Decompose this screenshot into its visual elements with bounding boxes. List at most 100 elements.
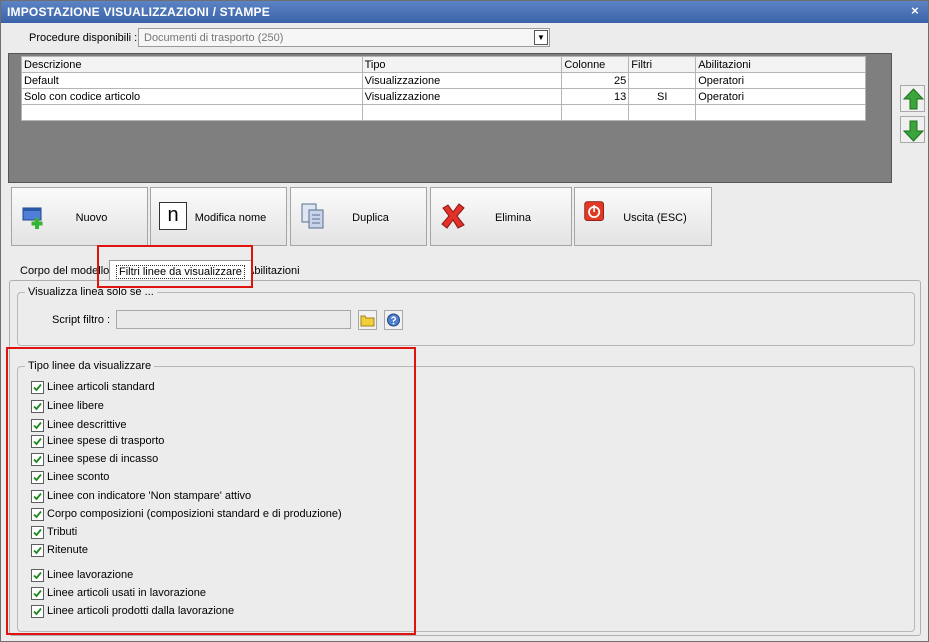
checkmark-icon [33, 510, 42, 518]
line-type-checkbox-row[interactable]: Linee con indicatore 'Non stampare' atti… [31, 489, 251, 503]
table-cell[interactable]: Visualizzazione [361, 88, 563, 105]
checkbox[interactable] [31, 525, 44, 539]
new-button[interactable]: Nuovo [11, 187, 148, 246]
table-cell[interactable] [628, 104, 697, 121]
checkbox[interactable] [31, 470, 44, 484]
checkbox[interactable] [31, 604, 44, 618]
checkbox-label: Ritenute [47, 544, 88, 556]
tab-label: Abilitazioni [247, 265, 300, 277]
exit-button-label: Uscita (ESC) [623, 212, 687, 224]
table-row[interactable]: Default Visualizzazione 25 Operatori [21, 72, 866, 89]
move-down-button[interactable] [900, 116, 925, 143]
table-cell[interactable]: Solo con codice articolo [21, 88, 363, 105]
views-table: Descrizione Tipo Colonne Filtri Abilitaz… [21, 56, 866, 121]
checkmark-icon [33, 589, 42, 597]
delete-button[interactable]: Elimina [430, 187, 572, 246]
column-header[interactable]: Descrizione [21, 56, 363, 73]
column-header[interactable]: Filtri [628, 56, 697, 73]
arrow-up-icon [902, 88, 925, 110]
checkbox[interactable] [31, 568, 44, 582]
checkmark-icon [33, 546, 42, 554]
script-filter-input[interactable] [116, 310, 351, 329]
duplicate-button-label: Duplica [352, 212, 389, 224]
line-type-checkbox-row[interactable]: Linee lavorazione [31, 568, 133, 582]
checkbox-label: Linee libere [47, 400, 104, 412]
tab-body-model[interactable]: Corpo del modello [14, 260, 116, 280]
table-cell[interactable] [21, 104, 363, 121]
column-header[interactable]: Colonne [561, 56, 630, 73]
table-cell[interactable] [628, 72, 697, 89]
checkbox-label: Corpo composizioni (composizioni standar… [47, 508, 342, 520]
table-cell[interactable]: 13 [561, 88, 630, 105]
procedure-select[interactable]: Documenti di trasporto (250) ▼ [138, 28, 550, 47]
table-cell[interactable] [695, 104, 866, 121]
checkmark-icon [33, 383, 42, 391]
line-type-checkbox-row[interactable]: Ritenute [31, 543, 88, 557]
line-types-title: Tipo linee da visualizzare [25, 360, 155, 372]
rename-button-label: Modifica nome [194, 212, 267, 224]
close-icon[interactable]: × [908, 4, 922, 18]
checkmark-icon [33, 421, 42, 429]
table-cell[interactable] [561, 104, 630, 121]
rename-button[interactable]: n Modifica nome [150, 187, 287, 246]
line-type-checkbox-row[interactable]: Linee spese di incasso [31, 452, 158, 466]
tab-line-filters[interactable]: Filtri linee da visualizzare [109, 260, 252, 280]
tab-label: Corpo del modello [20, 265, 110, 277]
checkbox[interactable] [31, 380, 44, 394]
checkbox[interactable] [31, 452, 44, 466]
table-cell[interactable]: Default [21, 72, 363, 89]
line-type-checkbox-row[interactable]: Linee spese di trasporto [31, 434, 164, 448]
table-cell[interactable] [361, 104, 563, 121]
line-type-checkbox-row[interactable]: Linee articoli standard [31, 380, 155, 394]
checkbox[interactable] [31, 507, 44, 521]
checkbox[interactable] [31, 418, 44, 432]
checkbox[interactable] [31, 489, 44, 503]
line-type-checkbox-row[interactable]: Tributi [31, 525, 77, 539]
table-cell[interactable]: Operatori [695, 72, 866, 89]
table-cell[interactable]: SI [628, 88, 697, 105]
checkmark-icon [33, 402, 42, 410]
checkbox[interactable] [31, 434, 44, 448]
table-header-row: Descrizione Tipo Colonne Filtri Abilitaz… [21, 56, 866, 73]
views-grid: Descrizione Tipo Colonne Filtri Abilitaz… [8, 53, 892, 183]
help-button[interactable] [384, 310, 403, 330]
checkbox-label: Linee sconto [47, 471, 110, 483]
filter-group-title: Visualizza linea solo se ... [25, 286, 157, 298]
settings-window: IMPOSTAZIONE VISUALIZZAZIONI / STAMPE × … [0, 0, 929, 642]
column-header[interactable]: Abilitazioni [695, 56, 866, 73]
checkmark-icon [33, 528, 42, 536]
checkbox[interactable] [31, 586, 44, 600]
line-type-checkbox-row[interactable]: Linee libere [31, 399, 104, 413]
help-icon [387, 313, 400, 327]
browse-folder-button[interactable] [358, 310, 377, 330]
procedure-select-value: Documenti di trasporto (250) [144, 32, 284, 44]
checkmark-icon [33, 492, 42, 500]
checkbox[interactable] [31, 399, 44, 413]
checkbox-label: Linee spese di trasporto [47, 435, 165, 447]
checkmark-icon [33, 571, 42, 579]
table-cell[interactable]: Visualizzazione [361, 72, 563, 89]
line-type-checkbox-row[interactable]: Linee articoli prodotti dalla lavorazion… [31, 604, 234, 618]
duplicate-button[interactable]: Duplica [290, 187, 427, 246]
table-row[interactable]: Solo con codice articolo Visualizzazione… [21, 88, 866, 105]
checkmark-icon [33, 437, 42, 445]
checkbox[interactable] [31, 543, 44, 557]
window-title: IMPOSTAZIONE VISUALIZZAZIONI / STAMPE [7, 5, 270, 19]
checkbox-label: Linee articoli standard [47, 381, 155, 393]
line-type-checkbox-row[interactable]: Linee descrittive [31, 418, 127, 432]
chevron-down-icon[interactable]: ▼ [534, 30, 548, 45]
table-cell[interactable]: 25 [561, 72, 630, 89]
checkbox-label: Linee descrittive [47, 419, 127, 431]
folder-icon [360, 315, 375, 327]
line-type-checkbox-row[interactable]: Corpo composizioni (composizioni standar… [31, 507, 342, 521]
table-row[interactable] [21, 104, 866, 121]
line-type-checkbox-row[interactable]: Linee sconto [31, 470, 109, 484]
exit-button[interactable]: Uscita (ESC) [574, 187, 712, 246]
title-bar: IMPOSTAZIONE VISUALIZZAZIONI / STAMPE × [1, 1, 928, 23]
table-cell[interactable]: Operatori [695, 88, 866, 105]
tab-label: Filtri linee da visualizzare [116, 265, 245, 279]
move-up-button[interactable] [900, 85, 925, 112]
line-type-checkbox-row[interactable]: Linee articoli usati in lavorazione [31, 586, 206, 600]
checkbox-label: Linee lavorazione [47, 569, 134, 581]
column-header[interactable]: Tipo [361, 56, 563, 73]
